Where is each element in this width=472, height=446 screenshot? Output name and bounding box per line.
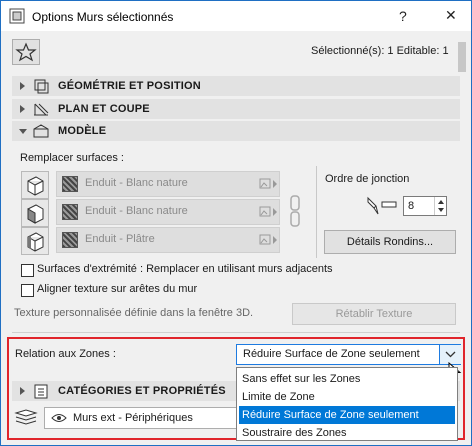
override-surfaces-label: Remplacer surfaces : [20, 152, 124, 164]
chevron-right-icon [20, 82, 25, 90]
scrollbar[interactable] [458, 42, 466, 72]
reset-texture-button[interactable]: Rétablir Texture [292, 303, 456, 325]
close-button[interactable]: ✕ [445, 7, 457, 24]
align-texture-checkbox[interactable] [21, 284, 34, 297]
end-surfaces-checkbox[interactable] [21, 264, 34, 277]
title-bar: Options Murs sélectionnés ? ✕ [1, 1, 471, 31]
section-model[interactable]: MODÈLE [12, 121, 460, 141]
surface-edge-toggle[interactable] [21, 227, 49, 255]
divider [316, 166, 317, 258]
image-icon [259, 206, 271, 217]
junction-order-input[interactable]: 8 [403, 196, 447, 216]
favorites-button[interactable] [12, 39, 40, 65]
zone-relation-options: Sans effet sur les Zones Limite de Zone … [236, 367, 458, 441]
surface-name: Enduit - Plâtre [85, 233, 155, 245]
section-model-label: MODÈLE [58, 125, 107, 137]
zone-option-selected[interactable]: Réduire Surface de Zone seulement [239, 406, 455, 424]
surface-side1-toggle[interactable] [21, 171, 49, 199]
arrow-right-icon [273, 236, 277, 244]
image-icon [259, 234, 271, 245]
end-surfaces-label: Surfaces d'extrémité : Remplacer en util… [37, 263, 333, 275]
plan-icon [34, 103, 49, 116]
custom-texture-text: Texture personnalisée définie dans la fe… [14, 307, 254, 319]
surface-row-2[interactable]: Enduit - Blanc nature [56, 199, 280, 225]
image-icon [259, 178, 271, 189]
divider [12, 332, 460, 333]
arrow-right-icon [273, 180, 277, 188]
section-geometry-label: GÉOMÉTRIE ET POSITION [58, 80, 201, 92]
junction-order-value: 8 [408, 200, 415, 212]
surface-name: Enduit - Blanc nature [85, 205, 188, 217]
junction-order-label: Ordre de jonction [325, 173, 410, 185]
surface-name: Enduit - Blanc nature [85, 177, 188, 189]
junction-order-stepper[interactable] [434, 197, 447, 215]
surface-row-1[interactable]: Enduit - Blanc nature [56, 171, 280, 197]
texture-swatch [62, 204, 78, 220]
arrow-right-icon [273, 208, 277, 216]
chevron-down-icon [19, 129, 27, 134]
help-button[interactable]: ? [399, 8, 407, 24]
texture-swatch [62, 232, 78, 248]
chain-link-icon[interactable] [289, 194, 301, 228]
zone-relation-select[interactable]: Réduire Surface de Zone seulement [236, 344, 461, 365]
zone-option[interactable]: Soustraire des Zones [239, 424, 455, 442]
cube-edge-icon [27, 232, 44, 252]
stepper-down-icon[interactable] [438, 208, 444, 212]
junction-order-icon [367, 196, 397, 215]
app-icon [9, 8, 25, 24]
align-texture-label: Aligner texture sur arêtes du mur [37, 283, 198, 295]
surface-side2-toggle[interactable] [21, 199, 49, 227]
cube-side-icon [27, 204, 44, 224]
section-geometry[interactable]: GÉOMÉTRIE ET POSITION [12, 76, 460, 96]
window-title: Options Murs sélectionnés [32, 10, 174, 24]
stepper-up-icon[interactable] [438, 200, 444, 204]
zone-option[interactable]: Limite de Zone [239, 388, 455, 406]
section-plan-label: PLAN ET COUPE [58, 103, 150, 115]
selection-info: Sélectionné(s): 1 Editable: 1 [311, 45, 449, 57]
section-plan[interactable]: PLAN ET COUPE [12, 99, 460, 119]
geometry-icon [34, 79, 49, 94]
surface-row-3[interactable]: Enduit - Plâtre [56, 227, 280, 253]
log-details-button[interactable]: Détails Rondins... [324, 230, 456, 254]
model-icon [33, 124, 49, 138]
star-icon [15, 42, 37, 62]
texture-swatch [62, 176, 78, 192]
zone-relation-label: Relation aux Zones : [15, 348, 116, 360]
chevron-right-icon [20, 105, 25, 113]
cube-face-icon [27, 176, 44, 196]
zone-option[interactable]: Sans effet sur les Zones [239, 370, 455, 388]
zone-relation-value: Réduire Surface de Zone seulement [243, 348, 420, 360]
